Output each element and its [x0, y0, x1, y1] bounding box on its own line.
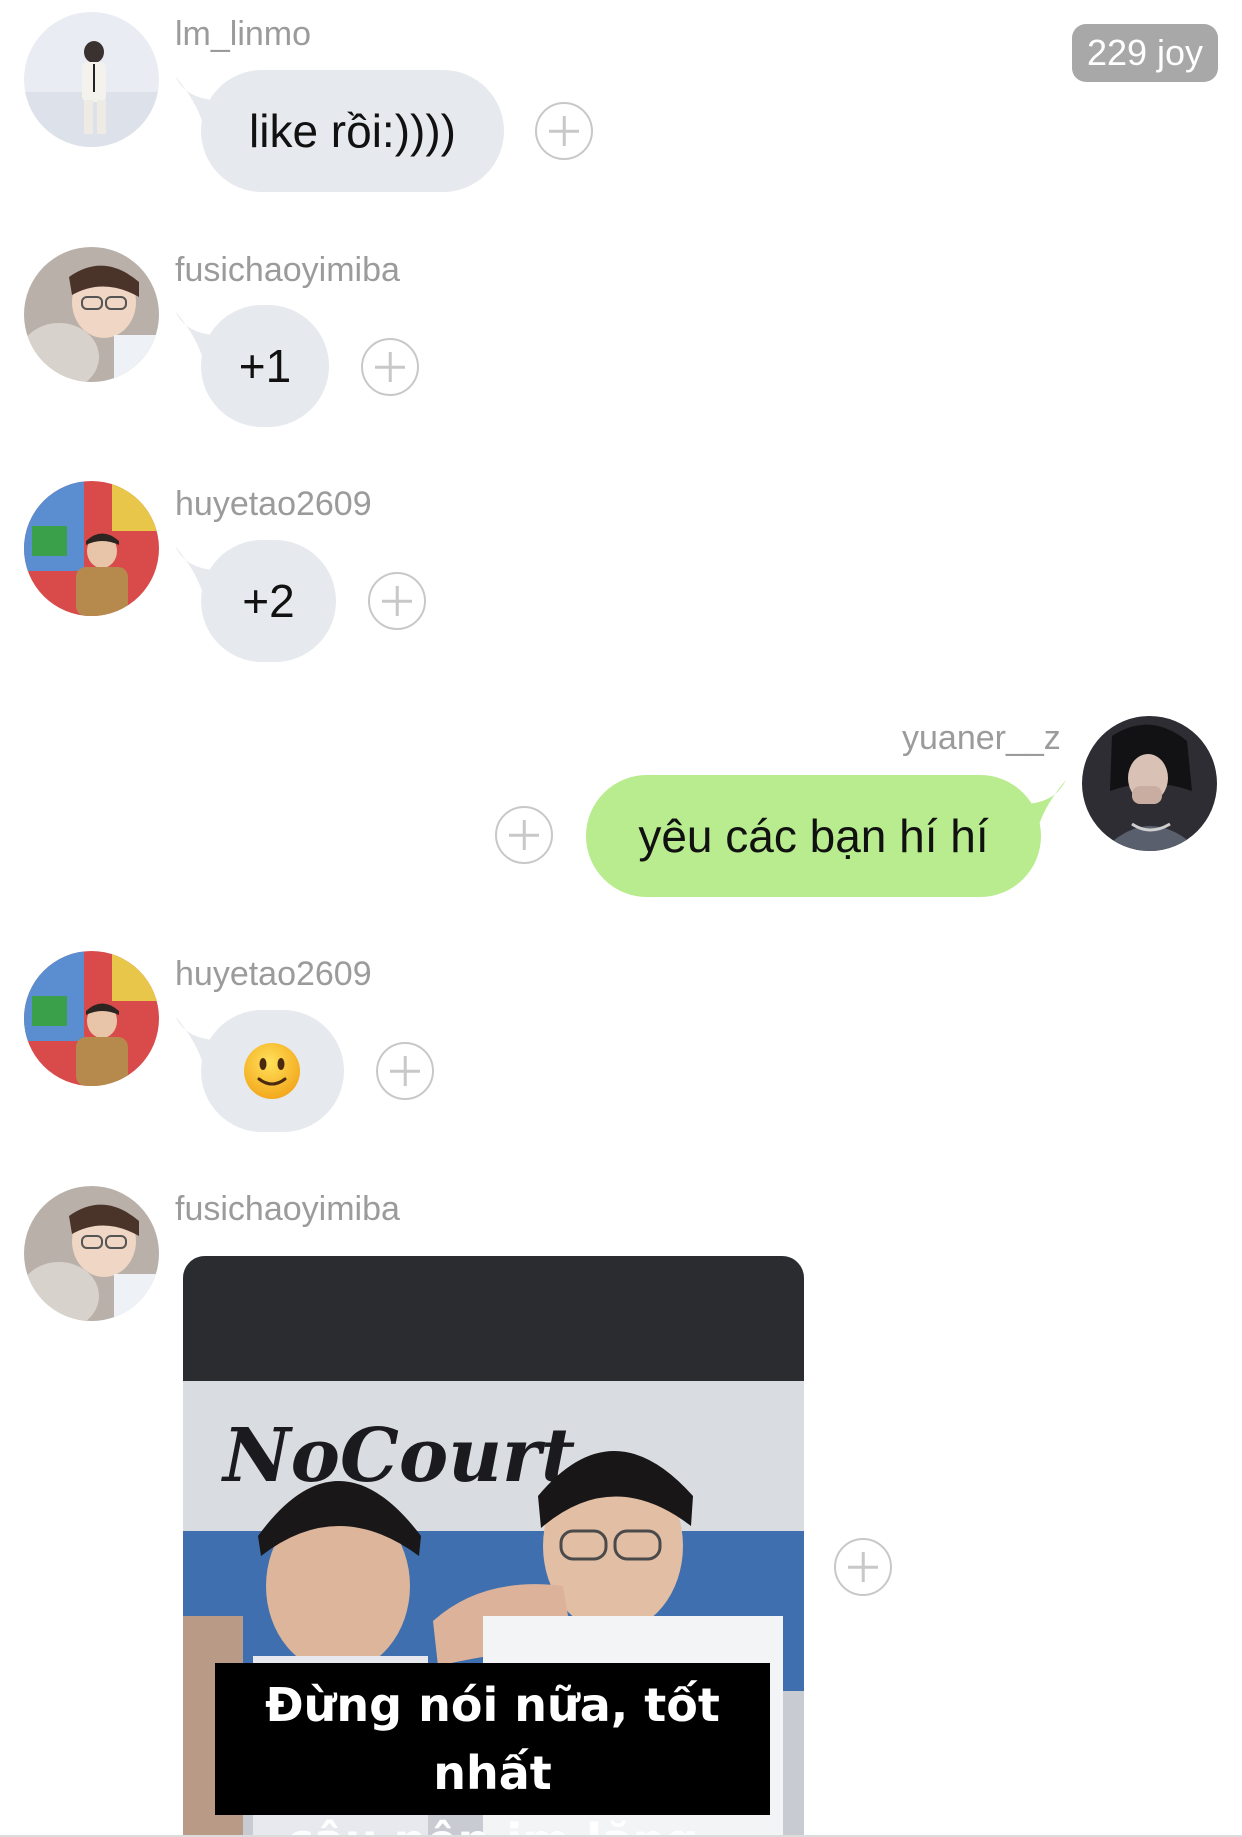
avatar-photo — [24, 951, 159, 1086]
meme-caption-line: Đừng nói nữa, tốt nhất — [265, 1678, 720, 1800]
avatar[interactable] — [24, 481, 159, 616]
avatar-photo — [1082, 716, 1217, 851]
message-bubble[interactable]: +1 — [201, 305, 329, 427]
avatar[interactable] — [24, 951, 159, 1086]
plus-circle-icon[interactable] — [535, 102, 593, 160]
plus-circle-icon[interactable] — [495, 806, 553, 864]
meme-caption-line: cậu nên im lặng — [215, 1807, 770, 1837]
message-image[interactable]: NoCourt Đừng nói nữa, tốt nhất cậu nên i… — [183, 1256, 804, 1837]
username: huyetao2609 — [175, 485, 372, 523]
avatar[interactable] — [1082, 716, 1217, 851]
joy-badge: 229 joy — [1072, 24, 1218, 82]
plus-circle-icon[interactable] — [368, 572, 426, 630]
meme-background-text: NoCourt — [221, 1413, 575, 1499]
plus-circle-icon[interactable] — [361, 338, 419, 396]
username: fusichaoyimiba — [175, 251, 400, 289]
avatar-photo — [24, 247, 159, 382]
username: yuaner__z — [902, 719, 1061, 757]
username: fusichaoyimiba — [175, 1190, 400, 1228]
avatar[interactable] — [24, 12, 159, 147]
plus-circle-icon[interactable] — [376, 1042, 434, 1100]
meme-caption: Đừng nói nữa, tốt nhất cậu nên im lặng — [215, 1663, 770, 1837]
avatar-photo — [24, 12, 159, 147]
chat-thread: 229 joy lm_linmo like rồi:)))) fusichaoy… — [0, 0, 1242, 1837]
plus-circle-icon[interactable] — [834, 1538, 892, 1596]
message-bubble[interactable]: like rồi:)))) — [201, 70, 504, 192]
username: huyetao2609 — [175, 955, 372, 993]
slightly-smiling-face-emoji — [243, 1042, 301, 1100]
avatar-photo — [24, 481, 159, 616]
avatar[interactable] — [24, 1186, 159, 1321]
username: lm_linmo — [175, 15, 312, 53]
message-bubble[interactable]: +2 — [201, 540, 336, 662]
avatar-photo — [24, 1186, 159, 1321]
avatar[interactable] — [24, 247, 159, 382]
message-bubble[interactable]: yêu các bạn hí hí — [586, 775, 1041, 897]
